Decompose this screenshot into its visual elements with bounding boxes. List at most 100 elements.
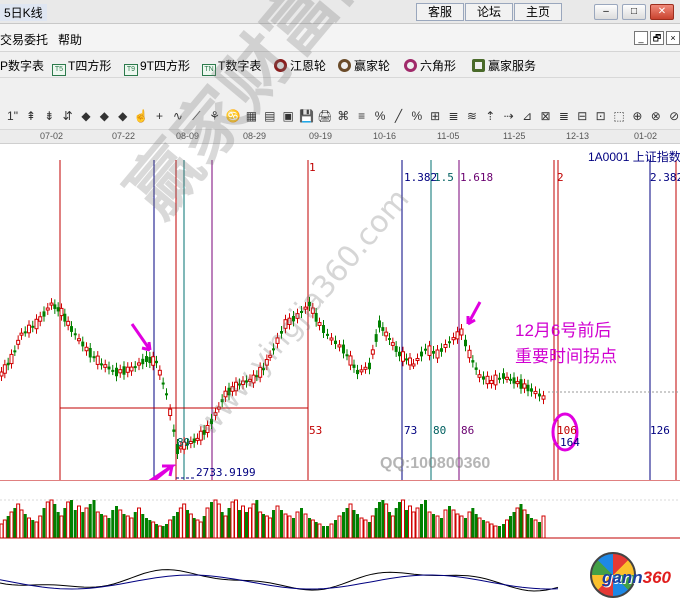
volume-bar [92, 500, 96, 538]
logo-text: gann360 [602, 568, 671, 588]
volume-bar [459, 515, 464, 539]
volume-bar [275, 505, 280, 539]
drawing-tool-icon[interactable]: ╱ [390, 108, 407, 125]
drawing-tool-icon[interactable]: ◆ [114, 108, 131, 125]
volume-bar [435, 515, 440, 539]
candle-body [435, 349, 440, 359]
drawing-tool-icon[interactable]: ▣ [280, 108, 297, 125]
drawing-tool-icon[interactable]: ⊞ [427, 108, 444, 125]
minimize-button[interactable]: – [594, 4, 618, 20]
drawing-tool-icon[interactable]: ⬚ [610, 108, 627, 125]
drawing-tool-icon[interactable]: ⇡ [482, 108, 499, 125]
drawing-tool-icon[interactable]: ◆ [78, 108, 95, 125]
volume-pane[interactable] [0, 480, 680, 540]
drawing-tool-icon[interactable]: % [408, 108, 425, 125]
drawing-tool-icon[interactable]: ⇟ [41, 108, 58, 125]
maximize-button[interactable]: □ [622, 4, 646, 20]
drawing-tool-icon[interactable]: % [372, 108, 389, 125]
drawing-tool-icon[interactable]: ⊠ [537, 108, 554, 125]
volume-bar [326, 526, 329, 538]
mdi-restore-button[interactable]: 🗗 [650, 31, 664, 45]
date-tick: 12-13 [566, 131, 590, 141]
drawing-tool-icon[interactable]: 🖨 [316, 108, 333, 125]
toolbar-gap [0, 78, 680, 104]
drawing-tool-icon[interactable]: ≣ [445, 108, 462, 125]
candle-body [415, 358, 420, 362]
candle-body [16, 339, 21, 345]
cycle-top-label: 1.382 [404, 171, 438, 184]
volume-bar [16, 503, 21, 539]
menu-help[interactable]: 帮助 [58, 31, 82, 48]
candle-body [348, 355, 353, 366]
volume-bar [178, 507, 183, 539]
candle-body [103, 364, 108, 368]
candle-body [408, 357, 412, 366]
winner-wheel-button[interactable]: 赢家轮 [338, 57, 390, 74]
candle-body [329, 337, 334, 341]
volume-bar [292, 518, 295, 538]
candle-body [45, 307, 50, 311]
macd-pane[interactable] [0, 540, 680, 598]
volume-bar [272, 510, 275, 538]
drawing-tool-icon[interactable]: 1" [4, 108, 21, 125]
drawing-tool-icon[interactable]: ⇵ [59, 108, 76, 125]
drawing-tool-icon[interactable]: ⊗ [647, 108, 664, 125]
volume-bar [390, 515, 395, 539]
drawing-tool-icon[interactable]: ⌘ [335, 108, 352, 125]
mdi-minimize-button[interactable]: _ [634, 31, 648, 45]
volume-bar [287, 515, 292, 539]
drawing-tool-icon[interactable]: 💾 [298, 108, 315, 125]
drawing-tool-icon[interactable]: ⇢ [500, 108, 517, 125]
volume-bar [137, 507, 141, 539]
drawing-tool-icon[interactable]: ≣ [555, 108, 572, 125]
candle-body [448, 341, 451, 344]
volume-bar [70, 500, 73, 538]
drawing-tool-icon[interactable]: ⊿ [519, 108, 536, 125]
volume-bar [53, 504, 57, 538]
candle-body [512, 377, 516, 384]
candle-body [405, 358, 408, 361]
candle-body [115, 367, 118, 377]
homepage-button[interactable]: 主页 [514, 3, 562, 21]
volume-bar [13, 508, 17, 538]
drawing-tool-icon[interactable]: ≋ [463, 108, 480, 125]
date-tick: 09-19 [309, 131, 333, 141]
hexagon-button[interactable]: 六角形 [404, 57, 456, 74]
customer-service-button[interactable]: 客服 [416, 3, 464, 21]
volume-bar [125, 515, 130, 539]
drawing-tool-icon[interactable]: ≡ [353, 108, 370, 125]
drawing-tool-icon[interactable]: ⇞ [22, 108, 39, 125]
volume-bar [502, 524, 505, 538]
candle-body [533, 390, 538, 395]
volume-bar [493, 525, 498, 539]
volume-bar [505, 519, 509, 539]
t-square-label: T四方形 [68, 59, 112, 73]
candle-body [141, 358, 145, 365]
hexagon-icon [404, 59, 417, 72]
mdi-close-button[interactable]: × [666, 31, 680, 45]
close-button[interactable]: ✕ [650, 4, 674, 20]
p-number-table-button[interactable]: P数字表 [0, 57, 44, 74]
drawing-tool-icon[interactable]: ◆ [96, 108, 113, 125]
volume-bar [398, 502, 401, 538]
volume-bar [23, 514, 27, 538]
volume-bar [168, 519, 173, 539]
candle-body [195, 437, 200, 441]
winner-wheel-icon [338, 59, 351, 72]
kline-chart[interactable] [0, 144, 680, 480]
forum-button[interactable]: 论坛 [465, 3, 513, 21]
volume-bar [394, 508, 398, 538]
candle-body [34, 318, 39, 330]
candle-body [519, 379, 523, 389]
drawing-tool-icon[interactable]: ⊡ [592, 108, 609, 125]
winner-wheel-label: 赢家轮 [354, 59, 391, 73]
winner-service-button[interactable]: 赢家服务 [472, 57, 536, 74]
t-square-button[interactable]: T5 T四方形 [52, 57, 111, 76]
volume-bar [415, 507, 420, 539]
menu-trade[interactable]: 交易委托 [0, 31, 48, 48]
drawing-tool-icon[interactable]: ⊕ [629, 108, 646, 125]
drawing-tool-icon[interactable]: ⊟ [574, 108, 591, 125]
drawing-tool-icon[interactable]: ⊘ [666, 108, 680, 125]
candle-body [157, 369, 162, 376]
volume-bar [264, 515, 269, 539]
